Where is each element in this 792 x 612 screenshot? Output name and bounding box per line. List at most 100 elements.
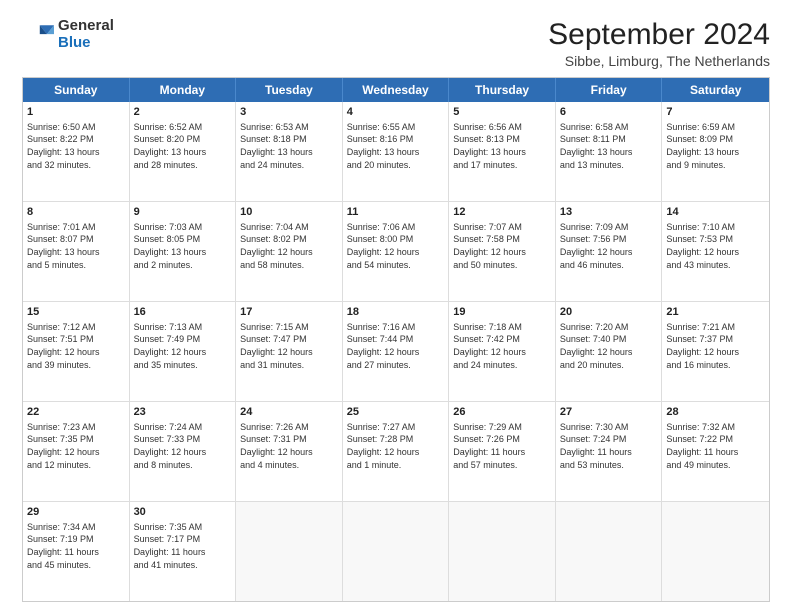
calendar-row-1: 8Sunrise: 7:01 AM Sunset: 8:07 PM Daylig… bbox=[23, 201, 769, 301]
calendar-row-0: 1Sunrise: 6:50 AM Sunset: 8:22 PM Daylig… bbox=[23, 102, 769, 201]
day-info: Sunrise: 7:07 AM Sunset: 7:58 PM Dayligh… bbox=[453, 221, 551, 271]
calendar-cell: 9Sunrise: 7:03 AM Sunset: 8:05 PM Daylig… bbox=[130, 202, 237, 301]
day-number: 7 bbox=[666, 105, 765, 120]
title-block: September 2024 Sibbe, Limburg, The Nethe… bbox=[548, 18, 770, 69]
weekday-sunday: Sunday bbox=[23, 78, 130, 102]
day-number: 21 bbox=[666, 305, 765, 320]
calendar-cell bbox=[556, 502, 663, 601]
day-info: Sunrise: 7:20 AM Sunset: 7:40 PM Dayligh… bbox=[560, 321, 658, 371]
day-number: 12 bbox=[453, 205, 551, 220]
logo: General Blue bbox=[22, 18, 114, 51]
day-number: 20 bbox=[560, 305, 658, 320]
weekday-saturday: Saturday bbox=[662, 78, 769, 102]
day-number: 8 bbox=[27, 205, 125, 220]
calendar-row-2: 15Sunrise: 7:12 AM Sunset: 7:51 PM Dayli… bbox=[23, 301, 769, 401]
day-info: Sunrise: 7:30 AM Sunset: 7:24 PM Dayligh… bbox=[560, 421, 658, 471]
day-info: Sunrise: 6:58 AM Sunset: 8:11 PM Dayligh… bbox=[560, 121, 658, 171]
day-number: 24 bbox=[240, 405, 338, 420]
day-number: 30 bbox=[134, 505, 232, 520]
calendar-cell: 10Sunrise: 7:04 AM Sunset: 8:02 PM Dayli… bbox=[236, 202, 343, 301]
calendar-cell: 6Sunrise: 6:58 AM Sunset: 8:11 PM Daylig… bbox=[556, 102, 663, 201]
calendar-row-3: 22Sunrise: 7:23 AM Sunset: 7:35 PM Dayli… bbox=[23, 401, 769, 501]
day-number: 11 bbox=[347, 205, 445, 220]
calendar-cell bbox=[662, 502, 769, 601]
day-number: 17 bbox=[240, 305, 338, 320]
day-number: 15 bbox=[27, 305, 125, 320]
calendar-cell bbox=[343, 502, 450, 601]
main-title: September 2024 bbox=[548, 18, 770, 51]
day-number: 2 bbox=[134, 105, 232, 120]
day-number: 14 bbox=[666, 205, 765, 220]
calendar-cell: 12Sunrise: 7:07 AM Sunset: 7:58 PM Dayli… bbox=[449, 202, 556, 301]
day-number: 16 bbox=[134, 305, 232, 320]
day-info: Sunrise: 7:26 AM Sunset: 7:31 PM Dayligh… bbox=[240, 421, 338, 471]
calendar-cell: 2Sunrise: 6:52 AM Sunset: 8:20 PM Daylig… bbox=[130, 102, 237, 201]
weekday-wednesday: Wednesday bbox=[343, 78, 450, 102]
calendar-cell: 17Sunrise: 7:15 AM Sunset: 7:47 PM Dayli… bbox=[236, 302, 343, 401]
day-info: Sunrise: 7:06 AM Sunset: 8:00 PM Dayligh… bbox=[347, 221, 445, 271]
calendar-header: Sunday Monday Tuesday Wednesday Thursday… bbox=[23, 78, 769, 102]
calendar-body: 1Sunrise: 6:50 AM Sunset: 8:22 PM Daylig… bbox=[23, 102, 769, 601]
day-info: Sunrise: 7:16 AM Sunset: 7:44 PM Dayligh… bbox=[347, 321, 445, 371]
calendar-row-4: 29Sunrise: 7:34 AM Sunset: 7:19 PM Dayli… bbox=[23, 501, 769, 601]
calendar-cell: 20Sunrise: 7:20 AM Sunset: 7:40 PM Dayli… bbox=[556, 302, 663, 401]
calendar-cell: 8Sunrise: 7:01 AM Sunset: 8:07 PM Daylig… bbox=[23, 202, 130, 301]
day-number: 25 bbox=[347, 405, 445, 420]
day-info: Sunrise: 6:56 AM Sunset: 8:13 PM Dayligh… bbox=[453, 121, 551, 171]
day-info: Sunrise: 7:21 AM Sunset: 7:37 PM Dayligh… bbox=[666, 321, 765, 371]
calendar-cell: 16Sunrise: 7:13 AM Sunset: 7:49 PM Dayli… bbox=[130, 302, 237, 401]
day-number: 13 bbox=[560, 205, 658, 220]
day-info: Sunrise: 7:23 AM Sunset: 7:35 PM Dayligh… bbox=[27, 421, 125, 471]
day-info: Sunrise: 7:09 AM Sunset: 7:56 PM Dayligh… bbox=[560, 221, 658, 271]
day-number: 10 bbox=[240, 205, 338, 220]
calendar-cell: 11Sunrise: 7:06 AM Sunset: 8:00 PM Dayli… bbox=[343, 202, 450, 301]
day-info: Sunrise: 7:32 AM Sunset: 7:22 PM Dayligh… bbox=[666, 421, 765, 471]
day-info: Sunrise: 6:59 AM Sunset: 8:09 PM Dayligh… bbox=[666, 121, 765, 171]
calendar-cell: 28Sunrise: 7:32 AM Sunset: 7:22 PM Dayli… bbox=[662, 402, 769, 501]
day-info: Sunrise: 7:15 AM Sunset: 7:47 PM Dayligh… bbox=[240, 321, 338, 371]
day-info: Sunrise: 7:34 AM Sunset: 7:19 PM Dayligh… bbox=[27, 521, 125, 571]
calendar-cell: 5Sunrise: 6:56 AM Sunset: 8:13 PM Daylig… bbox=[449, 102, 556, 201]
day-info: Sunrise: 6:50 AM Sunset: 8:22 PM Dayligh… bbox=[27, 121, 125, 171]
day-number: 28 bbox=[666, 405, 765, 420]
day-number: 1 bbox=[27, 105, 125, 120]
page: General Blue September 2024 Sibbe, Limbu… bbox=[0, 0, 792, 612]
day-number: 6 bbox=[560, 105, 658, 120]
weekday-friday: Friday bbox=[556, 78, 663, 102]
calendar-cell: 24Sunrise: 7:26 AM Sunset: 7:31 PM Dayli… bbox=[236, 402, 343, 501]
subtitle: Sibbe, Limburg, The Netherlands bbox=[548, 53, 770, 69]
calendar-cell: 4Sunrise: 6:55 AM Sunset: 8:16 PM Daylig… bbox=[343, 102, 450, 201]
calendar-cell: 30Sunrise: 7:35 AM Sunset: 7:17 PM Dayli… bbox=[130, 502, 237, 601]
day-number: 23 bbox=[134, 405, 232, 420]
calendar-cell: 23Sunrise: 7:24 AM Sunset: 7:33 PM Dayli… bbox=[130, 402, 237, 501]
day-number: 4 bbox=[347, 105, 445, 120]
calendar-cell: 18Sunrise: 7:16 AM Sunset: 7:44 PM Dayli… bbox=[343, 302, 450, 401]
header: General Blue September 2024 Sibbe, Limbu… bbox=[22, 18, 770, 69]
day-info: Sunrise: 7:04 AM Sunset: 8:02 PM Dayligh… bbox=[240, 221, 338, 271]
calendar-cell: 27Sunrise: 7:30 AM Sunset: 7:24 PM Dayli… bbox=[556, 402, 663, 501]
day-number: 22 bbox=[27, 405, 125, 420]
day-info: Sunrise: 7:35 AM Sunset: 7:17 PM Dayligh… bbox=[134, 521, 232, 571]
day-number: 5 bbox=[453, 105, 551, 120]
logo-line1: General bbox=[58, 18, 114, 35]
day-number: 29 bbox=[27, 505, 125, 520]
day-info: Sunrise: 6:55 AM Sunset: 8:16 PM Dayligh… bbox=[347, 121, 445, 171]
day-number: 9 bbox=[134, 205, 232, 220]
day-info: Sunrise: 7:13 AM Sunset: 7:49 PM Dayligh… bbox=[134, 321, 232, 371]
calendar-cell: 13Sunrise: 7:09 AM Sunset: 7:56 PM Dayli… bbox=[556, 202, 663, 301]
calendar-cell: 7Sunrise: 6:59 AM Sunset: 8:09 PM Daylig… bbox=[662, 102, 769, 201]
weekday-tuesday: Tuesday bbox=[236, 78, 343, 102]
calendar-cell: 21Sunrise: 7:21 AM Sunset: 7:37 PM Dayli… bbox=[662, 302, 769, 401]
day-number: 19 bbox=[453, 305, 551, 320]
calendar-cell: 1Sunrise: 6:50 AM Sunset: 8:22 PM Daylig… bbox=[23, 102, 130, 201]
day-info: Sunrise: 7:24 AM Sunset: 7:33 PM Dayligh… bbox=[134, 421, 232, 471]
day-info: Sunrise: 7:01 AM Sunset: 8:07 PM Dayligh… bbox=[27, 221, 125, 271]
calendar-cell: 14Sunrise: 7:10 AM Sunset: 7:53 PM Dayli… bbox=[662, 202, 769, 301]
day-info: Sunrise: 7:12 AM Sunset: 7:51 PM Dayligh… bbox=[27, 321, 125, 371]
day-number: 18 bbox=[347, 305, 445, 320]
day-info: Sunrise: 7:03 AM Sunset: 8:05 PM Dayligh… bbox=[134, 221, 232, 271]
day-info: Sunrise: 6:52 AM Sunset: 8:20 PM Dayligh… bbox=[134, 121, 232, 171]
calendar-cell bbox=[449, 502, 556, 601]
weekday-thursday: Thursday bbox=[449, 78, 556, 102]
calendar: Sunday Monday Tuesday Wednesday Thursday… bbox=[22, 77, 770, 602]
